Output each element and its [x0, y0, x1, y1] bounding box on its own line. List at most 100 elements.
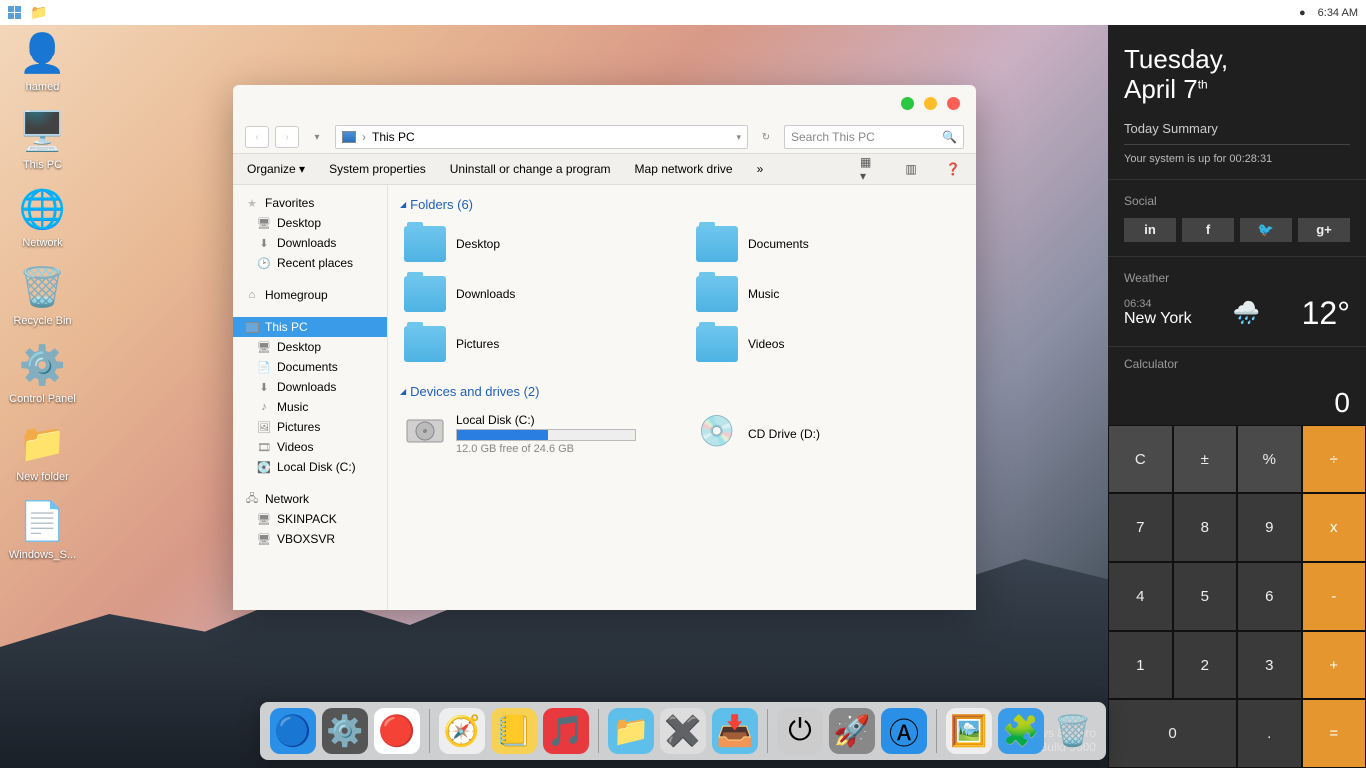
forward-button[interactable]: ›: [275, 126, 299, 148]
folder-desktop[interactable]: Desktop: [400, 222, 672, 266]
calc-key--[interactable]: -: [1302, 562, 1366, 631]
sidebar-item-pictures[interactable]: 🖼Pictures: [233, 417, 387, 437]
sidebar-item-local-disk-c-[interactable]: 💽Local Disk (C:): [233, 457, 387, 477]
calc-key-1[interactable]: 1: [1108, 631, 1173, 700]
overflow-button[interactable]: »: [757, 162, 764, 176]
sidebar-item-skinpack[interactable]: 🖥SKINPACK: [233, 509, 387, 529]
help-icon[interactable]: ❓: [944, 160, 962, 178]
dock-app-store[interactable]: Ⓐ: [881, 708, 927, 754]
system-properties-button[interactable]: System properties: [329, 162, 426, 176]
googleplus-button[interactable]: g+: [1298, 218, 1350, 242]
sidebar-favorites[interactable]: ★Favorites: [233, 193, 387, 213]
map-network-drive-button[interactable]: Map network drive: [635, 162, 733, 176]
folder-label: Desktop: [456, 237, 500, 251]
control-panel-icon[interactable]: ⚙️Control Panel: [5, 342, 80, 405]
dropdown-icon[interactable]: ▾: [736, 132, 741, 143]
sidebar-homegroup[interactable]: ⌂Homegroup: [233, 285, 387, 305]
calc-key-x[interactable]: x: [1302, 493, 1366, 562]
folders-section-header[interactable]: Folders (6): [400, 193, 964, 216]
minimize-button[interactable]: [924, 97, 937, 110]
folder-documents[interactable]: Documents: [692, 222, 964, 266]
start-button[interactable]: [8, 6, 22, 20]
dock-photos[interactable]: 🖼️: [946, 708, 992, 754]
recycle-bin-icon[interactable]: 🗑️Recycle Bin: [5, 264, 80, 327]
sidebar-item-recent-places[interactable]: 🕑Recent places: [233, 253, 387, 273]
sidebar-this-pc[interactable]: This PC: [233, 317, 387, 337]
sidebar-item-desktop[interactable]: 🖥Desktop: [233, 213, 387, 233]
dock-music[interactable]: 🎵: [543, 708, 589, 754]
sidebar-network[interactable]: 🖧Network: [233, 489, 387, 509]
dock-system-preferences[interactable]: ⚙️: [322, 708, 368, 754]
linkedin-button[interactable]: in: [1124, 218, 1176, 242]
local-disk-c[interactable]: Local Disk (C:) 12.0 GB free of 24.6 GB: [400, 409, 672, 459]
sidebar-item-desktop[interactable]: 🖥Desktop: [233, 337, 387, 357]
dock-files[interactable]: 📁: [608, 708, 654, 754]
calc-key-7[interactable]: 7: [1108, 493, 1173, 562]
view-options-icon[interactable]: ▦ ▾: [860, 160, 878, 178]
network-icon[interactable]: 🌐Network: [5, 186, 80, 249]
folder-pictures[interactable]: Pictures: [400, 322, 672, 366]
folder-downloads[interactable]: Downloads: [400, 272, 672, 316]
window-titlebar[interactable]: [233, 85, 976, 121]
this-pc-icon[interactable]: 🖥️This PC: [5, 108, 80, 171]
taskbar-explorer-icon[interactable]: 📁: [30, 4, 47, 21]
sidebar-item-downloads[interactable]: ⬇Downloads: [233, 377, 387, 397]
calc-key-5[interactable]: 5: [1173, 562, 1238, 631]
user-icon[interactable]: 👤hamed: [5, 30, 80, 93]
dock-safari[interactable]: 🧭: [439, 708, 485, 754]
calc-key-C[interactable]: C: [1108, 425, 1173, 494]
dock-game-center[interactable]: 🔴: [374, 708, 420, 754]
organize-menu[interactable]: Organize ▾: [247, 162, 305, 176]
calc-key-÷[interactable]: ÷: [1302, 425, 1366, 494]
up-button[interactable]: ▾: [305, 126, 329, 148]
clock[interactable]: 6:34 AM: [1318, 7, 1358, 19]
drive-label: Local Disk (C:): [456, 413, 636, 427]
calc-key-6[interactable]: 6: [1237, 562, 1302, 631]
cd-drive-d[interactable]: 💿 CD Drive (D:): [692, 409, 964, 459]
windows-shortcut-icon[interactable]: 📄Windows_S...: [5, 498, 80, 561]
dock-launchpad[interactable]: 🚀: [829, 708, 875, 754]
calc-key-3[interactable]: 3: [1237, 631, 1302, 700]
address-bar[interactable]: › This PC ▾: [335, 125, 748, 149]
calc-key-+[interactable]: +: [1302, 631, 1366, 700]
calc-key-%[interactable]: %: [1237, 425, 1302, 494]
back-button[interactable]: ‹: [245, 126, 269, 148]
calc-key-2[interactable]: 2: [1173, 631, 1238, 700]
weather-cloud-icon: 🌧️: [1233, 300, 1260, 326]
calc-key-4[interactable]: 4: [1108, 562, 1173, 631]
search-input[interactable]: Search This PC 🔍: [784, 125, 964, 149]
breadcrumb-location[interactable]: This PC: [372, 130, 415, 144]
facebook-button[interactable]: f: [1182, 218, 1234, 242]
close-button[interactable]: [947, 97, 960, 110]
folder-music[interactable]: Music: [692, 272, 964, 316]
calc-key-.[interactable]: .: [1237, 699, 1302, 768]
tray-dot-icon[interactable]: ●: [1299, 7, 1306, 19]
dock-notes[interactable]: 📒: [491, 708, 537, 754]
sidebar-item-music[interactable]: ♪Music: [233, 397, 387, 417]
dock-finder[interactable]: 🔵: [270, 708, 316, 754]
preview-pane-icon[interactable]: ▥: [902, 160, 920, 178]
dock-trash[interactable]: 🗑️: [1050, 708, 1096, 754]
maximize-button[interactable]: [901, 97, 914, 110]
calc-key-±[interactable]: ±: [1173, 425, 1238, 494]
drives-section-header[interactable]: Devices and drives (2): [400, 380, 964, 403]
sidebar-item-videos[interactable]: 🎞Videos: [233, 437, 387, 457]
uninstall-program-button[interactable]: Uninstall or change a program: [450, 162, 611, 176]
calc-key-=[interactable]: =: [1302, 699, 1366, 768]
dock-power[interactable]: ⏻: [777, 708, 823, 754]
calc-key-9[interactable]: 9: [1237, 493, 1302, 562]
calc-key-0[interactable]: 0: [1108, 699, 1237, 768]
sidebar-item-documents[interactable]: 📄Documents: [233, 357, 387, 377]
folder-videos[interactable]: Videos: [692, 322, 964, 366]
weather-widget[interactable]: 06:34 New York 🌧️ 12°: [1124, 295, 1350, 332]
drive-free-space: 12.0 GB free of 24.6 GB: [456, 443, 636, 455]
dock-widgets[interactable]: 🧩: [998, 708, 1044, 754]
sidebar-item-vboxsvr[interactable]: 🖥VBOXSVR: [233, 529, 387, 549]
twitter-button[interactable]: 🐦: [1240, 218, 1292, 242]
dock-yosemite[interactable]: ✖️: [660, 708, 706, 754]
new-folder-icon[interactable]: 📁New folder: [5, 420, 80, 483]
refresh-button[interactable]: ↻: [754, 126, 778, 148]
calc-key-8[interactable]: 8: [1173, 493, 1238, 562]
dock-downloads[interactable]: 📥: [712, 708, 758, 754]
sidebar-item-downloads[interactable]: ⬇Downloads: [233, 233, 387, 253]
